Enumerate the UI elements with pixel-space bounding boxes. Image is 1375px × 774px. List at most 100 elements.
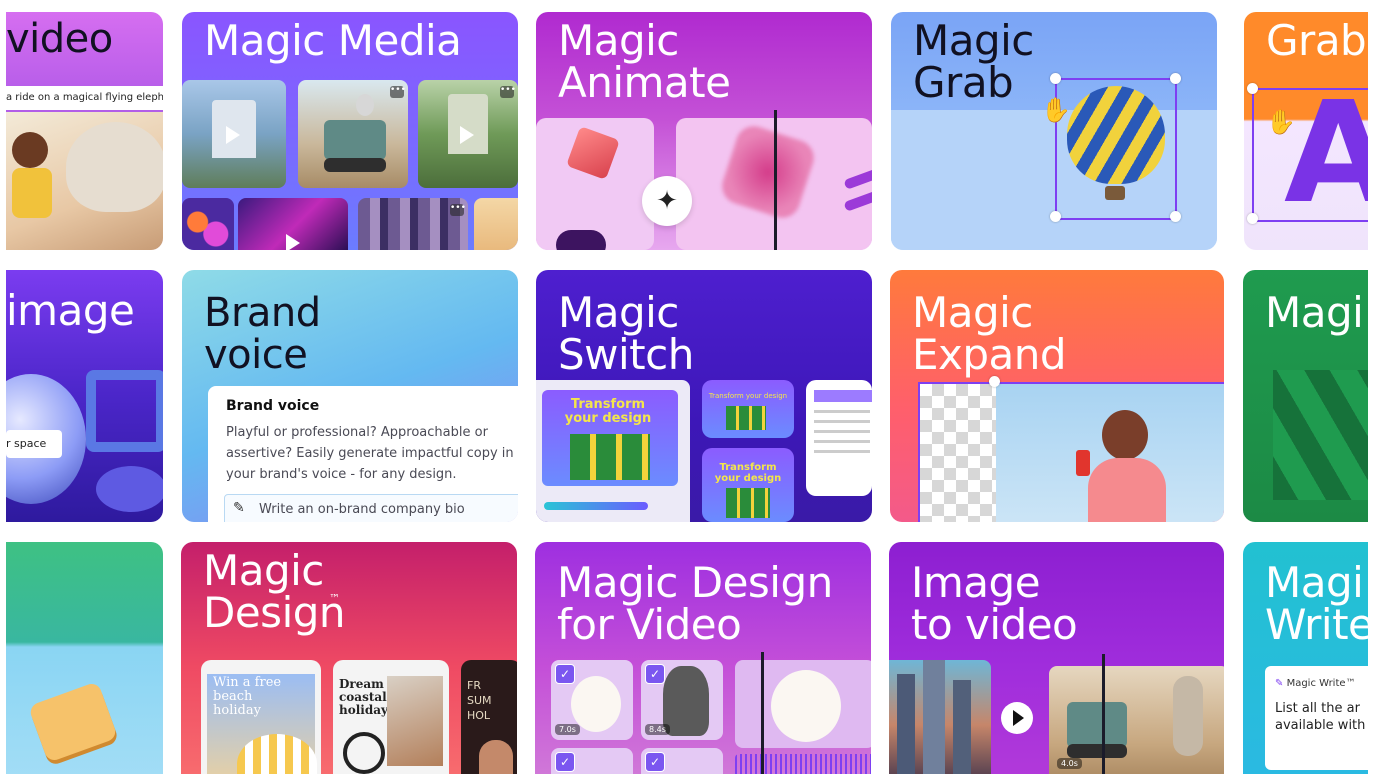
- selection-handle[interactable]: [1050, 211, 1061, 222]
- green-squiggle: [1273, 370, 1368, 500]
- card-title: Magic Media: [204, 16, 462, 65]
- design-template-3[interactable]: FR SUM HOL: [461, 660, 517, 774]
- grab-hand-icon: ✋: [1041, 96, 1071, 124]
- card-grab-text[interactable]: Grab A ✋: [1244, 12, 1368, 250]
- pen-icon: ✎: [1275, 678, 1284, 689]
- card-image-to-video[interactable]: Image to video 4.0s: [889, 542, 1224, 774]
- card-magic-image[interactable]: image r space: [6, 270, 163, 522]
- card-magic-switch[interactable]: Magic Switch Transform your design Trans…: [536, 270, 872, 522]
- play-icon: [226, 126, 240, 144]
- transparent-area: [920, 384, 996, 522]
- prompt-text: Write an on-brand company bio: [259, 502, 465, 517]
- video-clip-1[interactable]: ✓ 7.0s: [551, 660, 633, 740]
- card-magic-animate[interactable]: Magic Animate ✦: [536, 12, 872, 250]
- panel-heading: Brand voice: [226, 398, 320, 414]
- castle-video-thumbnail[interactable]: •••: [418, 80, 518, 188]
- play-icon: [1013, 710, 1024, 726]
- card-magic-design[interactable]: Magic Design ™ Win a free beach holiday …: [181, 542, 517, 774]
- child-on-elephant-image: [6, 112, 163, 250]
- switch-main-design: Transform your design: [536, 380, 690, 522]
- more-icon[interactable]: •••: [390, 86, 406, 98]
- selection-handle[interactable]: [1170, 73, 1181, 84]
- card-magic-media[interactable]: Magic Media ••• ••• •••: [182, 12, 518, 250]
- woman-photo: [1070, 410, 1180, 522]
- city-source-image[interactable]: [889, 660, 991, 774]
- expand-frame[interactable]: [918, 382, 1224, 522]
- card-title: Magic Grab: [913, 16, 1034, 107]
- switch-small-design-1: Transform your design: [702, 380, 794, 438]
- checkbox-icon[interactable]: ✓: [555, 664, 575, 684]
- selection-box[interactable]: [1055, 78, 1177, 220]
- big-letter: A: [1284, 72, 1368, 235]
- checkbox-icon[interactable]: ✓: [645, 664, 665, 684]
- design-text: Transform your design: [564, 397, 652, 426]
- feature-grid: video a ride on a magical flying eleph M…: [0, 0, 1375, 774]
- card-title: image: [6, 286, 135, 335]
- template-text: Dream coastal holiday: [339, 677, 388, 717]
- expand-handle[interactable]: [989, 376, 1000, 387]
- sparkle-button[interactable]: ✦: [642, 176, 692, 226]
- design-text: Transform your design: [708, 392, 788, 400]
- city-thumbnail[interactable]: •••: [358, 198, 468, 250]
- checkbox-icon[interactable]: ✓: [555, 752, 575, 772]
- timeline-playhead[interactable]: [761, 652, 764, 774]
- magic-write-text: List all the ar available with: [1275, 701, 1366, 733]
- animate-left-panel: [536, 118, 654, 250]
- card-title: Magic Expand: [912, 288, 1067, 379]
- card-magic-green[interactable]: Magi: [1243, 270, 1368, 522]
- generated-video-clip[interactable]: 4.0s: [1049, 666, 1224, 774]
- card-title: Magic Animate: [558, 16, 731, 107]
- selection-handle[interactable]: [1170, 211, 1181, 222]
- card-title: Image to video: [911, 558, 1078, 649]
- duration-tag: 7.0s: [555, 724, 580, 735]
- robot-vehicle-thumbnail[interactable]: •••: [298, 80, 408, 188]
- more-icon[interactable]: •••: [450, 204, 466, 216]
- template-text: Win a free beach holiday: [213, 675, 282, 718]
- audio-waveform[interactable]: [735, 754, 871, 774]
- prompt-input[interactable]: ✎ Write an on-brand company bio: [224, 494, 518, 522]
- toast-image: [27, 681, 119, 763]
- card-magic-design-video[interactable]: Magic Design for Video ✓ 7.0s ✓ 8.4s ✓ ✓: [535, 542, 871, 774]
- selection-handle[interactable]: [1247, 83, 1258, 94]
- frame-3d-image: [86, 370, 163, 452]
- video-clip-3[interactable]: ✓: [551, 748, 633, 774]
- butterfly-thumbnail[interactable]: [238, 198, 348, 250]
- feature-grid-viewport: video a ride on a magical flying eleph M…: [6, 12, 1368, 774]
- grab-hand-icon: ✋: [1266, 108, 1296, 136]
- switch-small-design-2: Transform your design: [702, 448, 794, 522]
- duration-tag: 4.0s: [1057, 758, 1082, 769]
- play-button[interactable]: [1001, 702, 1033, 734]
- card-magic-expand[interactable]: Magic Expand: [890, 270, 1224, 522]
- hot-air-balloon-image: [1067, 86, 1165, 184]
- selection-handle[interactable]: [1247, 213, 1258, 224]
- card-title: video: [6, 16, 113, 62]
- label-text: Magic Write™: [1286, 678, 1356, 689]
- video-clip-2[interactable]: ✓ 8.4s: [641, 660, 723, 740]
- selection-handle[interactable]: [1050, 73, 1061, 84]
- magic-write-panel: ✎ Magic Write™ List all the ar available…: [1265, 666, 1368, 770]
- template-text: FR SUM HOL: [467, 679, 492, 722]
- sparkle-icon: ✦: [656, 186, 678, 216]
- castle-thumbnail[interactable]: [182, 80, 286, 188]
- video-clip-4[interactable]: ✓: [641, 748, 723, 774]
- panel-description: Playful or professional? Approachable or…: [226, 425, 514, 482]
- card-magic-video[interactable]: video a ride on a magical flying eleph: [6, 12, 163, 250]
- card-title: Grab: [1266, 16, 1367, 65]
- card-title: Magi: [1265, 288, 1364, 337]
- card-magic-write[interactable]: Magi Write ✎ Magic Write™ List all the a…: [1243, 542, 1368, 774]
- brand-voice-panel: Brand voice Playful or professional? App…: [208, 386, 518, 522]
- card-magic-food[interactable]: [6, 542, 163, 774]
- card-magic-grab[interactable]: Magic Grab ✋: [891, 12, 1217, 250]
- card-title: Magic Switch: [558, 288, 694, 379]
- balloons-thumbnail[interactable]: [182, 198, 234, 250]
- desert-thumbnail[interactable]: [474, 198, 518, 250]
- prompt-chip: r space: [6, 430, 62, 458]
- design-template-2[interactable]: Dream coastal holiday: [333, 660, 449, 774]
- card-title: Brand voice: [204, 290, 321, 378]
- checkbox-icon[interactable]: ✓: [645, 752, 665, 772]
- design-template-1[interactable]: Win a free beach holiday: [201, 660, 321, 774]
- more-icon[interactable]: •••: [500, 86, 516, 98]
- timeline-playhead[interactable]: [1102, 654, 1105, 774]
- card-brand-voice[interactable]: Brand voice Brand voice Playful or profe…: [182, 270, 518, 522]
- timeline-playhead[interactable]: [774, 110, 777, 250]
